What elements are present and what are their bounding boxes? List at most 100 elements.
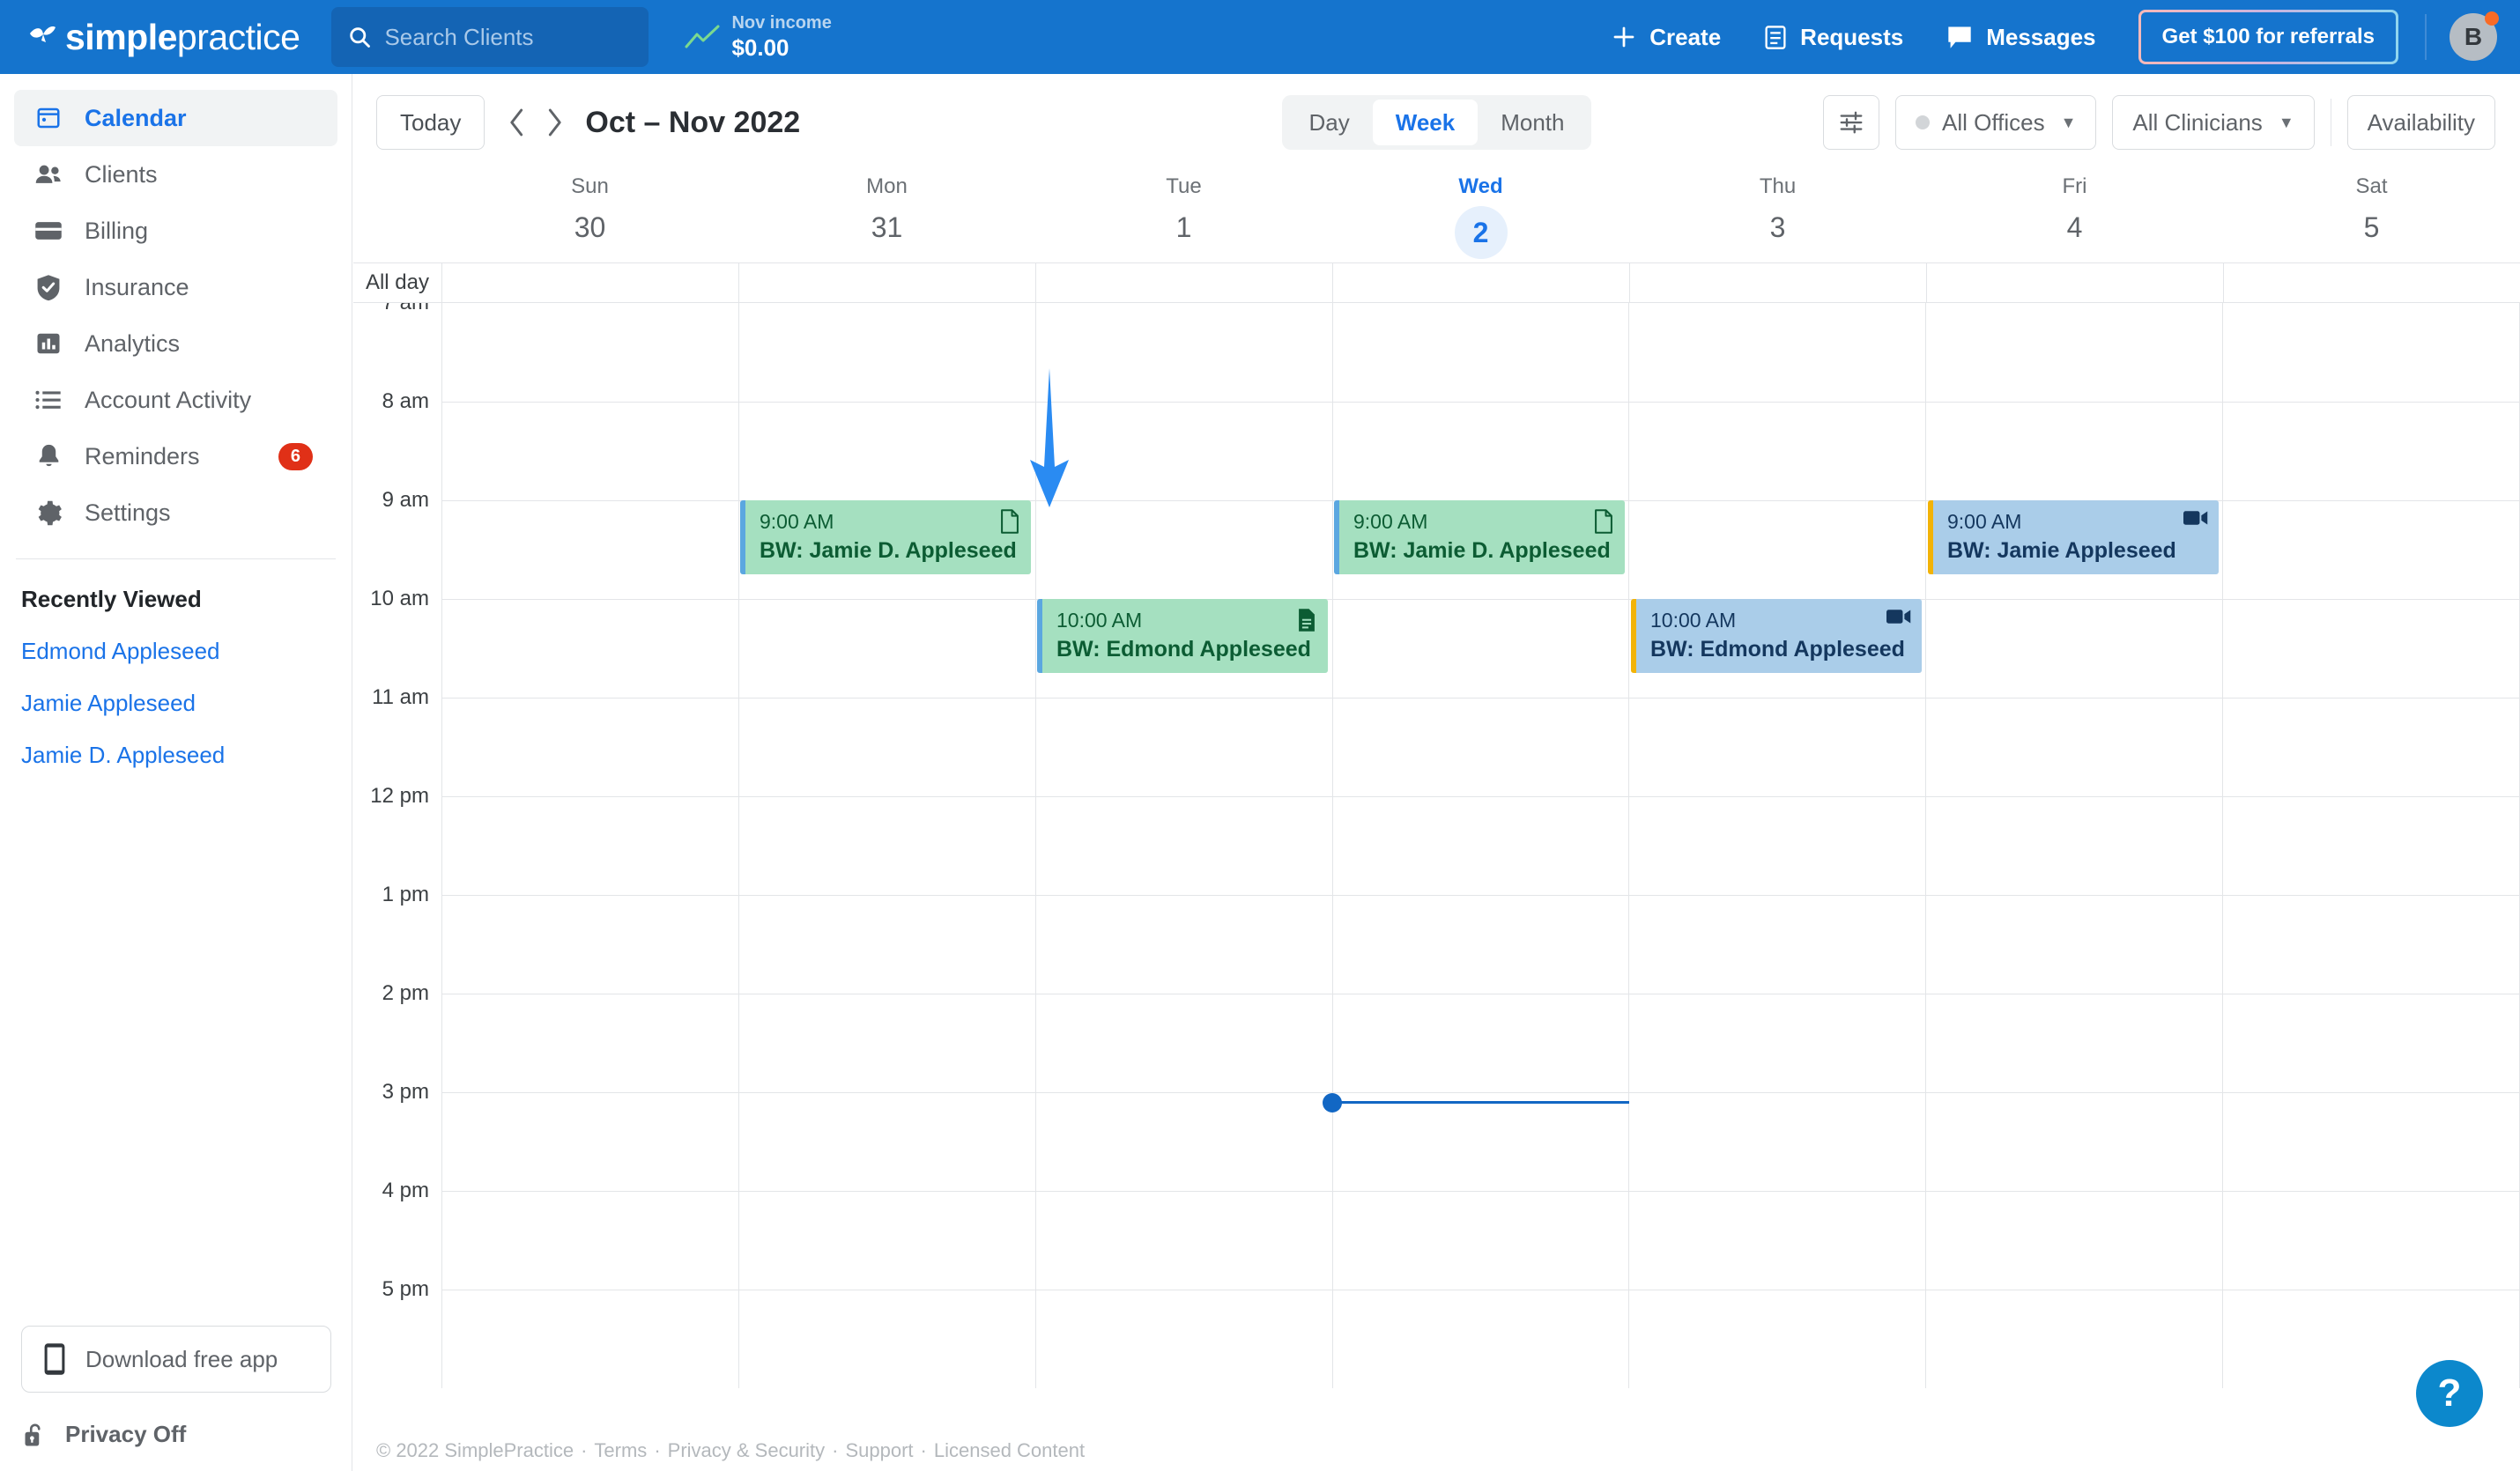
view-tab-week[interactable]: Week bbox=[1372, 100, 1479, 145]
day-header-fri[interactable]: Fri 4 bbox=[1926, 171, 2223, 262]
time-slot-cell[interactable] bbox=[1925, 895, 2223, 994]
footer-link-support[interactable]: Support bbox=[845, 1439, 913, 1462]
time-slot-cell[interactable] bbox=[1034, 1191, 1332, 1290]
time-slot-cell[interactable] bbox=[2222, 599, 2520, 698]
day-header-tue[interactable]: Tue 1 bbox=[1035, 171, 1332, 262]
sidebar-item-insurance[interactable]: Insurance bbox=[14, 259, 337, 315]
time-slot-cell[interactable] bbox=[1034, 303, 1332, 402]
all-day-cell-fri[interactable] bbox=[1926, 263, 2223, 302]
time-slot-cell[interactable] bbox=[1628, 402, 1926, 500]
today-button[interactable]: Today bbox=[376, 95, 485, 150]
time-slot-cell[interactable] bbox=[1925, 1092, 2223, 1191]
recently-viewed-item-2[interactable]: Jamie D. Appleseed bbox=[21, 742, 352, 769]
search-clients-box[interactable] bbox=[331, 7, 649, 67]
time-slot-cell[interactable] bbox=[737, 1092, 1035, 1191]
time-slot-cell[interactable] bbox=[1925, 303, 2222, 402]
event-fri-9am[interactable]: 9:00 AM BW: Jamie Appleseed bbox=[1928, 500, 2219, 574]
event-mon-9am[interactable]: 9:00 AM BW: Jamie D. Appleseed bbox=[740, 500, 1031, 574]
event-thu-10am[interactable]: 10:00 AM BW: Edmond Appleseed bbox=[1631, 599, 1922, 673]
time-slot-cell[interactable] bbox=[441, 303, 738, 402]
sidebar-item-reminders[interactable]: Reminders 6 bbox=[14, 428, 337, 484]
time-slot-cell[interactable] bbox=[737, 402, 1035, 500]
all-day-cell-wed[interactable] bbox=[1332, 263, 1629, 302]
search-input[interactable] bbox=[384, 23, 634, 51]
time-slot-cell[interactable] bbox=[441, 994, 738, 1092]
messages-button[interactable]: Messages bbox=[1946, 24, 2096, 51]
time-slot-cell[interactable] bbox=[2222, 796, 2520, 895]
time-slot-cell[interactable] bbox=[1628, 895, 1926, 994]
all-day-cell-sat[interactable] bbox=[2223, 263, 2520, 302]
monthly-income-widget[interactable]: Nov income $0.00 bbox=[684, 12, 832, 62]
sidebar-item-account-activity[interactable]: Account Activity bbox=[14, 372, 337, 428]
time-slot-cell[interactable] bbox=[737, 994, 1035, 1092]
footer-link-privacy[interactable]: Privacy & Security bbox=[668, 1439, 826, 1462]
time-slot-cell[interactable] bbox=[737, 1290, 1035, 1388]
time-slot-cell[interactable] bbox=[2222, 1191, 2520, 1290]
recently-viewed-item-1[interactable]: Jamie Appleseed bbox=[21, 690, 352, 717]
time-slot-cell[interactable] bbox=[1628, 698, 1926, 796]
time-slot-cell[interactable] bbox=[1331, 1191, 1629, 1290]
time-slot-cell[interactable] bbox=[1628, 796, 1926, 895]
day-header-sun[interactable]: Sun 30 bbox=[441, 171, 738, 262]
time-slot-cell[interactable] bbox=[1628, 1092, 1926, 1191]
referral-button[interactable]: Get $100 for referrals bbox=[2138, 10, 2398, 64]
sidebar-item-analytics[interactable]: Analytics bbox=[14, 315, 337, 372]
time-slot-cell[interactable] bbox=[1331, 895, 1629, 994]
time-slot-cell[interactable] bbox=[2222, 500, 2520, 599]
time-slot-cell[interactable] bbox=[441, 1290, 738, 1388]
footer-link-terms[interactable]: Terms bbox=[594, 1439, 647, 1462]
availability-button[interactable]: Availability bbox=[2346, 95, 2495, 150]
time-slot-cell[interactable] bbox=[737, 698, 1035, 796]
time-slot-cell[interactable] bbox=[1331, 994, 1629, 1092]
time-slot-cell[interactable] bbox=[1331, 796, 1629, 895]
time-slot-cell[interactable] bbox=[1034, 698, 1332, 796]
time-slot-cell[interactable] bbox=[1925, 402, 2223, 500]
time-slot-cell[interactable] bbox=[1331, 1290, 1629, 1388]
time-slot-cell[interactable] bbox=[1628, 1290, 1926, 1388]
time-slot-cell[interactable] bbox=[2222, 994, 2520, 1092]
time-slot-cell[interactable] bbox=[441, 500, 738, 599]
time-slot-cell[interactable] bbox=[441, 1191, 738, 1290]
time-slot-cell[interactable] bbox=[1331, 402, 1629, 500]
time-slot-cell[interactable] bbox=[441, 796, 738, 895]
time-slot-cell[interactable] bbox=[1628, 303, 1925, 402]
time-slot-cell[interactable] bbox=[1331, 1092, 1629, 1191]
time-slot-cell[interactable] bbox=[441, 599, 738, 698]
time-slot-cell[interactable] bbox=[2222, 402, 2520, 500]
time-slot-cell[interactable] bbox=[1925, 1191, 2223, 1290]
sidebar-item-clients[interactable]: Clients bbox=[14, 146, 337, 203]
day-header-mon[interactable]: Mon 31 bbox=[738, 171, 1035, 262]
day-header-thu[interactable]: Thu 3 bbox=[1629, 171, 1926, 262]
time-slot-cell[interactable] bbox=[737, 303, 1035, 402]
event-wed-9am[interactable]: 9:00 AM BW: Jamie D. Appleseed bbox=[1334, 500, 1625, 574]
time-slot-cell[interactable] bbox=[737, 599, 1035, 698]
sidebar-item-calendar[interactable]: Calendar bbox=[14, 90, 337, 146]
view-tab-day[interactable]: Day bbox=[1286, 100, 1373, 145]
footer-link-licensed-content[interactable]: Licensed Content bbox=[934, 1439, 1085, 1462]
time-slot-cell[interactable] bbox=[1925, 796, 2223, 895]
time-slot-cell[interactable] bbox=[1034, 1290, 1332, 1388]
next-week-button[interactable] bbox=[536, 100, 573, 145]
create-button[interactable]: Create bbox=[1611, 24, 1721, 51]
time-slot-cell[interactable] bbox=[2222, 1092, 2520, 1191]
day-header-sat[interactable]: Sat 5 bbox=[2223, 171, 2520, 262]
time-slot-cell[interactable] bbox=[1034, 1092, 1332, 1191]
offices-filter-dropdown[interactable]: All Offices ▼ bbox=[1895, 95, 2097, 150]
all-day-cell-tue[interactable] bbox=[1035, 263, 1332, 302]
time-slot-cell[interactable] bbox=[1925, 698, 2223, 796]
time-slot-cell[interactable] bbox=[1628, 1191, 1926, 1290]
time-slot-cell[interactable] bbox=[1628, 500, 1926, 599]
all-day-cell-mon[interactable] bbox=[738, 263, 1035, 302]
clinicians-filter-dropdown[interactable]: All Clinicians ▼ bbox=[2112, 95, 2315, 150]
time-slot-cell[interactable] bbox=[441, 698, 738, 796]
view-tab-month[interactable]: Month bbox=[1478, 100, 1587, 145]
simplepractice-logo[interactable]: simplepractice bbox=[26, 17, 300, 58]
event-tue-10am[interactable]: 10:00 AM BW: Edmond Appleseed bbox=[1037, 599, 1328, 673]
time-slot-cell[interactable] bbox=[1925, 1290, 2223, 1388]
time-slot-cell[interactable] bbox=[441, 1092, 738, 1191]
time-slot-cell[interactable] bbox=[1034, 500, 1332, 599]
time-slot-cell[interactable] bbox=[441, 895, 738, 994]
calendar-settings-button[interactable] bbox=[1823, 95, 1880, 150]
time-slot-cell[interactable] bbox=[737, 1191, 1035, 1290]
time-slot-cell[interactable] bbox=[1331, 698, 1629, 796]
